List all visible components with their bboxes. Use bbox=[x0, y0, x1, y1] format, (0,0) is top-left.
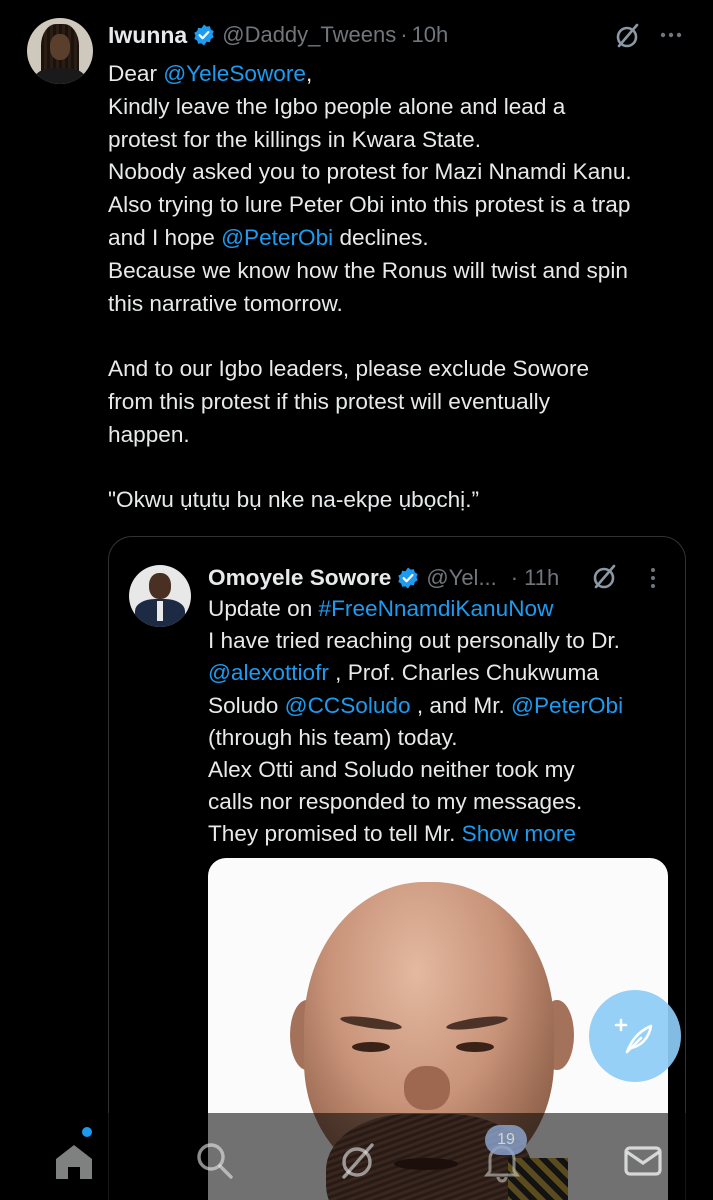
mention-link[interactable]: @CCSoludo bbox=[285, 693, 411, 718]
quoted-tweet-header: Omoyele Sowore @Yel... · 11h bbox=[208, 563, 559, 593]
text-segment: from this protest if this protest will e… bbox=[108, 388, 551, 414]
text-line: Dear @YeleSowore, bbox=[108, 58, 698, 91]
quoted-tweet-text: Update on #FreeNnamdiKanuNow I have tried… bbox=[208, 593, 678, 851]
text-segment: Kindly leave the Igbo people alone and l… bbox=[108, 93, 566, 119]
compose-post-icon bbox=[614, 1018, 653, 1054]
text-segment: Soludo bbox=[208, 692, 285, 718]
text-segment: I have tried reaching out personally to … bbox=[208, 628, 620, 654]
mention-link[interactable]: @alexottiofr bbox=[208, 660, 329, 685]
mention-link[interactable]: @PeterObi bbox=[221, 225, 333, 250]
home-unread-dot bbox=[82, 1127, 92, 1137]
hashtag-link[interactable]: #FreeNnamdiKanuNow bbox=[319, 596, 554, 621]
bottom-navigation bbox=[0, 1113, 713, 1200]
tweet-time[interactable]: 10h bbox=[412, 22, 449, 48]
text-line: I have tried reaching out personally to … bbox=[208, 625, 678, 657]
text-line: and I hope @PeterObi declines. bbox=[108, 222, 698, 255]
text-line: from this protest if this protest will e… bbox=[108, 386, 698, 419]
author-name[interactable]: Iwunna bbox=[108, 22, 187, 49]
quoted-header-separator: · bbox=[510, 565, 519, 590]
grok-icon[interactable] bbox=[591, 563, 619, 591]
home-icon[interactable] bbox=[52, 1139, 96, 1183]
search-icon[interactable] bbox=[193, 1139, 237, 1183]
text-segment: Because we know how the Ronus will twist… bbox=[108, 257, 628, 283]
text-segment: calls nor responded to my messages. bbox=[208, 789, 583, 815]
text-line: @alexottiofr , Prof. Charles Chukwuma bbox=[208, 657, 678, 689]
grok-icon[interactable] bbox=[614, 22, 642, 50]
quoted-author-avatar[interactable] bbox=[129, 565, 191, 627]
text-line: calls nor responded to my messages. bbox=[208, 786, 678, 818]
more-options-icon[interactable] bbox=[657, 22, 685, 50]
text-line: Also trying to lure Peter Obi into this … bbox=[108, 189, 698, 222]
show-more-link[interactable]: Show more bbox=[462, 821, 576, 846]
text-segment: They promised to tell Mr. bbox=[208, 821, 462, 847]
tweet-header: Iwunna @Daddy_Tweens · 10h bbox=[108, 20, 448, 50]
text-segment: Update on bbox=[208, 596, 319, 621]
text-segment: Also trying to lure Peter Obi into this … bbox=[108, 192, 631, 218]
text-segment: , Prof. Charles Chukwuma bbox=[328, 660, 599, 686]
text-segment: happen. bbox=[108, 421, 190, 447]
text-segment: this narrative tomorrow. bbox=[108, 290, 343, 316]
quoted-tweet[interactable]: Omoyele Sowore @Yel... · 11h Update on #… bbox=[108, 536, 686, 1200]
verified-badge-icon bbox=[194, 24, 214, 46]
text-line: Kindly leave the Igbo people alone and l… bbox=[108, 91, 698, 124]
mail-icon[interactable] bbox=[621, 1139, 665, 1183]
tweet-text: Dear @YeleSowore, Kindly leave the Igbo p… bbox=[108, 58, 698, 517]
text-segment: Alex Otti and Soludo neither took my bbox=[208, 757, 575, 783]
author-handle[interactable]: @Daddy_Tweens bbox=[222, 22, 396, 48]
text-line: protest for the killings in Kwara State. bbox=[108, 124, 698, 157]
text-line: happen. bbox=[108, 419, 698, 452]
mention-link[interactable]: @PeterObi bbox=[511, 693, 623, 718]
verified-badge-icon bbox=[398, 567, 419, 589]
more-options-vertical-icon[interactable] bbox=[646, 565, 660, 591]
text-segment: and I hope bbox=[108, 224, 222, 250]
text-line: Soludo @CCSoludo , and Mr. @PeterObi bbox=[208, 690, 678, 722]
quoted-author-name[interactable]: Omoyele Sowore bbox=[208, 565, 391, 591]
text-line: They promised to tell Mr. Show more bbox=[208, 818, 678, 850]
text-segment: (through his team) today. bbox=[208, 724, 458, 750]
mention-link[interactable]: @YeleSowore bbox=[163, 61, 306, 86]
text-line: Update on #FreeNnamdiKanuNow bbox=[208, 593, 678, 625]
text-segment: protest for the killings in Kwara State. bbox=[108, 126, 481, 152]
grok-icon[interactable] bbox=[336, 1139, 380, 1183]
text-line: Nobody asked you to protest for Mazi Nna… bbox=[108, 156, 698, 189]
notifications-badge: 19 bbox=[485, 1125, 527, 1155]
text-segment: declines. bbox=[333, 224, 429, 250]
compose-post-button[interactable] bbox=[589, 990, 681, 1082]
text-line: And to our Igbo leaders, please exclude … bbox=[108, 353, 698, 386]
text-line: Alex Otti and Soludo neither took my bbox=[208, 754, 678, 786]
text-segment: , and Mr. bbox=[410, 692, 512, 718]
text-line: "Okwu ụtụtụ bụ nke na-ekpe ụbọchị.” bbox=[108, 484, 698, 517]
text-segment: Nobody asked you to protest for Mazi Nna… bbox=[108, 159, 632, 185]
header-separator: · bbox=[400, 22, 408, 47]
quoted-author-handle[interactable]: @Yel... bbox=[426, 565, 496, 591]
text-segment: Dear bbox=[108, 61, 164, 86]
text-line: this narrative tomorrow. bbox=[108, 288, 698, 321]
author-avatar[interactable] bbox=[27, 18, 93, 84]
text-segment: "Okwu ụtụtụ bụ nke na-ekpe ụbọchị.” bbox=[108, 487, 479, 513]
text-line: (through his team) today. bbox=[208, 722, 678, 754]
quoted-tweet-time[interactable]: 11h bbox=[524, 565, 559, 591]
text-segment: , bbox=[305, 61, 313, 86]
text-segment: And to our Igbo leaders, please exclude … bbox=[108, 356, 590, 382]
text-line: Because we know how the Ronus will twist… bbox=[108, 255, 698, 288]
